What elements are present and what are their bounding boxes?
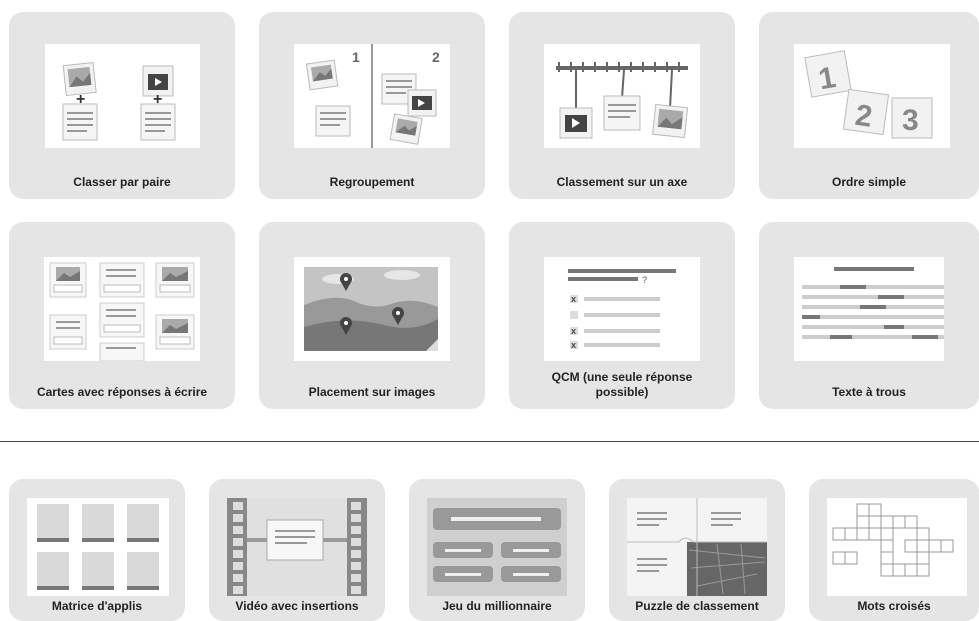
multiple-choice-icon: ? x x x: [544, 257, 700, 361]
map-pins-icon: [294, 257, 450, 361]
group-number-1: 1: [352, 49, 360, 65]
svg-text:?: ?: [642, 275, 647, 285]
template-label: Placement sur images: [308, 385, 436, 399]
puzzle-icon: [627, 498, 767, 596]
qcm-mark: x: [571, 340, 576, 350]
millionaire-game-icon: [427, 498, 567, 596]
qcm-mark: x: [571, 326, 576, 336]
template-card-classement-axe[interactable]: Classement sur un axe: [509, 12, 735, 199]
template-label: Matrice d'applis: [51, 599, 143, 613]
fill-gaps-icon: [794, 257, 944, 361]
pair-matching-icon: + +: [45, 44, 200, 148]
template-label: Texte à trous: [832, 385, 906, 399]
template-label: Ordre simple: [831, 175, 907, 189]
qcm-mark: x: [571, 294, 576, 304]
template-card-placement-images[interactable]: Placement sur images: [259, 222, 485, 409]
section-divider: [0, 441, 979, 442]
template-label: Vidéo avec insertions: [235, 599, 359, 613]
video-insertions-icon: [227, 498, 367, 596]
write-answer-cards-icon: [44, 257, 200, 361]
simple-order-icon: 1 2 3: [794, 44, 950, 148]
template-label: Classer par paire: [73, 175, 171, 189]
group-number-2: 2: [432, 49, 440, 65]
template-card-millionnaire[interactable]: Jeu du millionnaire: [409, 479, 585, 621]
template-card-puzzle[interactable]: Puzzle de classement: [609, 479, 785, 621]
template-label: Mots croisés: [857, 599, 931, 613]
template-card-mots-croises[interactable]: Mots croisés: [809, 479, 979, 621]
template-label: Classement sur un axe: [556, 175, 688, 189]
template-card-cartes-reponses[interactable]: Cartes avec réponses à écrire: [9, 222, 235, 409]
grouping-icon: 1 2: [294, 44, 450, 148]
template-label: QCM (une seule réponse possible): [551, 370, 693, 399]
template-card-matrice-applis[interactable]: Matrice d'applis: [9, 479, 185, 621]
template-label: Puzzle de classement: [635, 599, 759, 613]
crossword-icon: [827, 498, 967, 596]
template-label: Jeu du millionnaire: [442, 599, 552, 613]
svg-text:+: +: [76, 91, 85, 108]
template-label: Cartes avec réponses à écrire: [36, 385, 208, 399]
timeline-axis-icon: [544, 44, 700, 148]
order-number-3: 3: [902, 104, 919, 137]
app-matrix-icon: [27, 498, 169, 596]
template-label: Regroupement: [329, 175, 415, 189]
template-card-regroupement[interactable]: 1 2 Regroupement: [259, 12, 485, 199]
template-card-qcm[interactable]: ? x x x QCM (une seule réponse possible): [509, 222, 735, 409]
template-card-video-insertions[interactable]: Vidéo avec insertions: [209, 479, 385, 621]
template-card-texte-trous[interactable]: Texte à trous: [759, 222, 979, 409]
template-card-ordre-simple[interactable]: 1 2 3 Ordre simple: [759, 12, 979, 199]
svg-text:+: +: [153, 91, 162, 108]
template-card-classer-par-paire[interactable]: + + Classer par paire: [9, 12, 235, 199]
